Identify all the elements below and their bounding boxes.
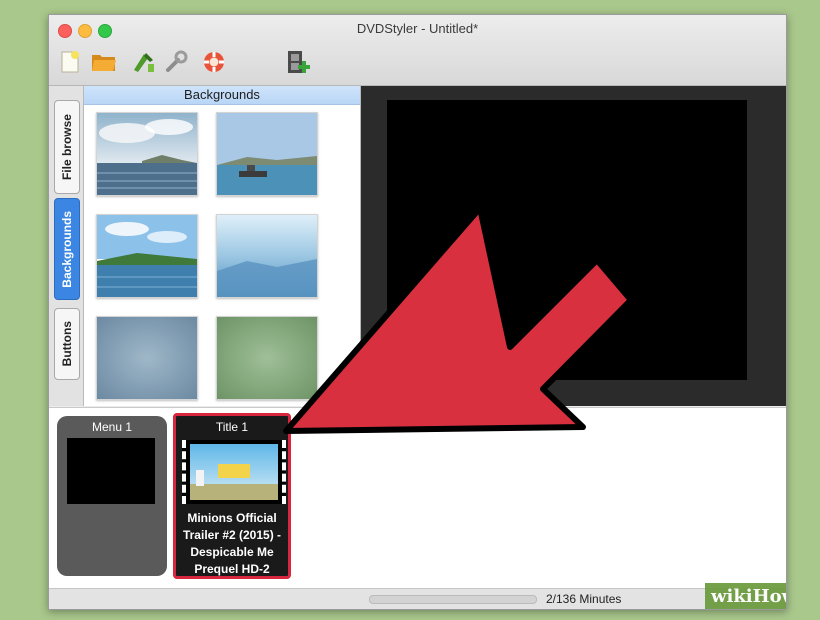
window-title: DVDStyler - Untitled* <box>356 21 479 36</box>
tab-backgrounds[interactable]: Backgrounds <box>54 198 80 300</box>
menu-1-thumbnail <box>67 438 155 504</box>
menu-preview-area <box>361 86 786 406</box>
background-thumbnail-ship-on-sea[interactable] <box>216 112 318 196</box>
new-project-icon[interactable] <box>57 49 83 75</box>
settings-wrench-icon[interactable] <box>163 49 189 75</box>
title-1-clip-name: Minions Official Trailer #2 (2015) - Des… <box>182 511 282 576</box>
background-thumbnail-blue-haze[interactable] <box>216 214 318 298</box>
status-bar: 2/136 Minutes wikiHow <box>49 583 786 609</box>
background-thumbnail-coastline-island[interactable] <box>96 214 198 298</box>
menu-1-card[interactable]: Menu 1 <box>57 416 167 576</box>
title-1-thumbnail <box>182 440 286 504</box>
disc-duration-text: 2/136 Minutes <box>546 592 622 606</box>
tab-file-browse[interactable]: File browse <box>54 100 80 194</box>
open-folder-icon[interactable] <box>91 49 117 75</box>
burn-dvd-icon[interactable] <box>131 49 157 75</box>
dvdstyler-window: DVDStyler - Untitled* File browse Backgr… <box>48 14 787 610</box>
backgrounds-panel: Backgrounds <box>84 86 361 406</box>
title-bar: DVDStyler - Untitled* <box>49 15 786 86</box>
menu-preview-canvas[interactable] <box>387 100 747 380</box>
title-1-label: Title 1 <box>215 420 249 434</box>
disc-usage-progress <box>369 595 537 604</box>
tab-file-browse-label: File browse <box>60 113 74 181</box>
menu-1-label: Menu 1 <box>91 420 133 434</box>
background-thumbnail-sea-cloudy-sky[interactable] <box>96 112 198 196</box>
wikihow-watermark: wikiHow <box>705 583 786 609</box>
titleset-manager: Menu 1 Title 1 Minions Official Trailer … <box>49 407 786 588</box>
title-1-card[interactable]: Title 1 Minions Official Trailer #2 (201… <box>173 413 291 579</box>
panel-tab-strip: File browse Backgrounds Buttons <box>49 86 84 406</box>
add-title-film-icon[interactable] <box>285 49 311 75</box>
background-thumbnail-green-fog[interactable] <box>216 316 318 400</box>
tab-buttons-label: Buttons <box>60 321 74 367</box>
background-thumbnail-blue-fog[interactable] <box>96 316 198 400</box>
tab-buttons[interactable]: Buttons <box>54 308 80 380</box>
tab-backgrounds-label: Backgrounds <box>60 210 74 288</box>
help-lifebuoy-icon[interactable] <box>201 49 227 75</box>
backgrounds-header: Backgrounds <box>84 86 360 105</box>
